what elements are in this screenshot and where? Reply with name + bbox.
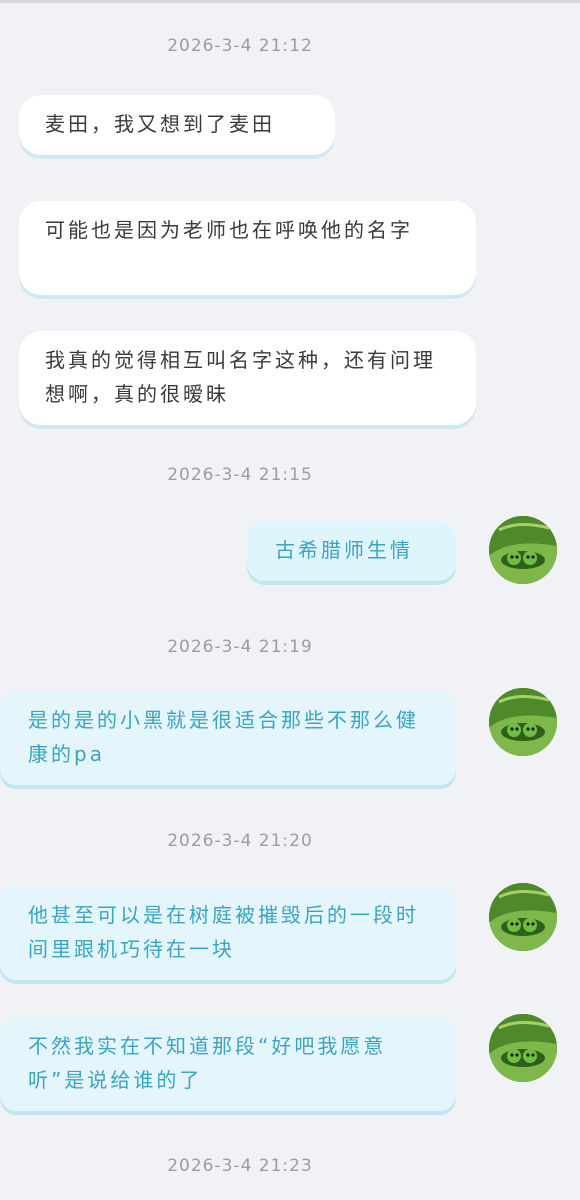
message-bubble[interactable]: 他甚至可以是在树庭被摧毁后的一段时间里跟机巧待在一块	[0, 886, 456, 980]
green-pea-avatar-icon	[489, 516, 557, 584]
message-bubble[interactable]: 我真的觉得相互叫名字这种，还有问理想啊，真的很暧昧	[19, 331, 476, 425]
timestamp: 2026-3-4 21:20	[167, 831, 313, 851]
timestamp: 2026-3-4 21:19	[167, 637, 313, 657]
avatar[interactable]	[489, 1014, 557, 1082]
timestamp: 2026-3-4 21:15	[167, 465, 313, 485]
green-pea-avatar-icon	[489, 1014, 557, 1082]
message-bubble[interactable]: 不然我实在不知道那段“好吧我愿意听”是说给谁的了	[0, 1017, 456, 1111]
timestamp: 2026-3-4 21:12	[167, 36, 313, 56]
message-bubble[interactable]: 可能也是因为老师也在呼唤他的名字	[19, 201, 476, 295]
message-bubble[interactable]: 古希腊师生情	[247, 521, 456, 581]
timestamp: 2026-3-4 21:23	[167, 1156, 313, 1176]
message-bubble[interactable]: 麦田，我又想到了麦田	[19, 95, 335, 155]
green-pea-avatar-icon	[489, 883, 557, 951]
avatar[interactable]	[489, 516, 557, 584]
avatar[interactable]	[489, 688, 557, 756]
avatar[interactable]	[489, 883, 557, 951]
top-divider	[0, 0, 580, 3]
green-pea-avatar-icon	[489, 688, 557, 756]
message-bubble[interactable]: 是的是的小黑就是很适合那些不那么健康的pa	[0, 691, 456, 785]
